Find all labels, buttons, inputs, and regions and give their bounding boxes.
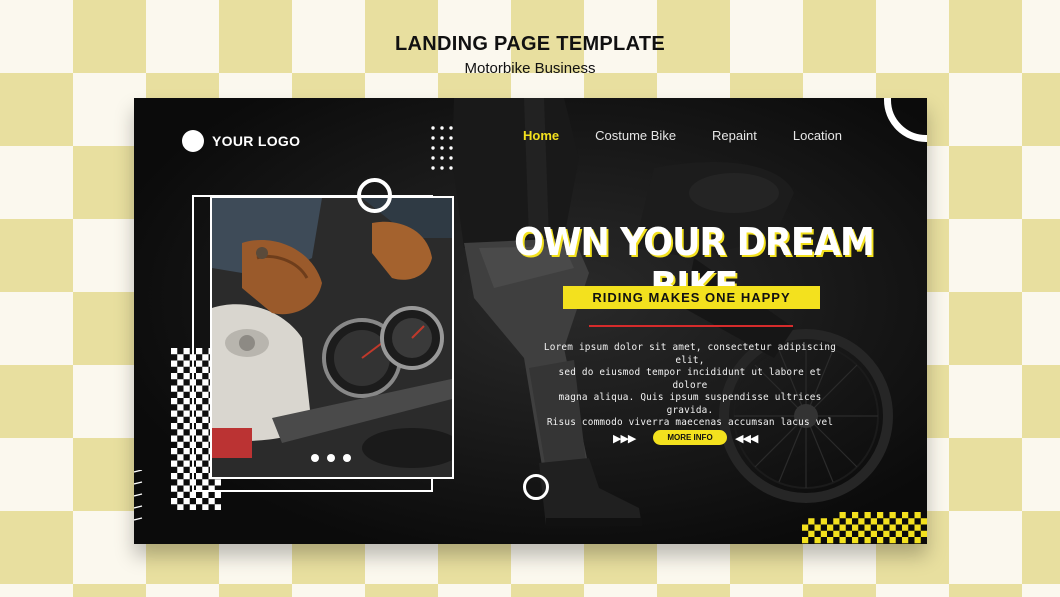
ring-decoration-bottom — [523, 474, 549, 500]
nav-item-costume-bike[interactable]: Costume Bike — [595, 128, 676, 143]
landing-page-mockup: YOUR LOGO Home Costume Bike Repaint Loca… — [134, 98, 927, 544]
ring-decoration-top — [357, 178, 392, 213]
slider-dot-3[interactable] — [343, 454, 351, 462]
logo-text: YOUR LOGO — [212, 133, 301, 149]
slider-dot-2[interactable] — [327, 454, 335, 462]
description-line: Lorem ipsum dolor sit amet, consectetur … — [543, 342, 837, 366]
gloved-hands-gauges-photo — [212, 198, 452, 477]
logo[interactable]: YOUR LOGO — [182, 130, 300, 152]
more-info-button[interactable]: MORE INFO — [653, 430, 727, 445]
side-tick-decoration — [134, 470, 143, 521]
hero-description: Lorem ipsum dolor sit amet, consectetur … — [539, 342, 841, 442]
description-line: Risus commodo viverra maecenas accumsan … — [546, 417, 834, 428]
description-line: sed do eiusmod tempor incididunt ut labo… — [558, 367, 822, 391]
slider-dot-1[interactable] — [311, 454, 319, 462]
checker-pattern-right — [802, 512, 927, 544]
template-subtitle: Motorbike Business — [464, 60, 596, 77]
featured-photo-frame — [210, 196, 454, 479]
logo-circle-icon — [182, 130, 204, 152]
tagline-banner: RIDING MAKES ONE HAPPY — [563, 286, 820, 309]
slider-pagination — [311, 454, 359, 462]
dot-grid-decoration — [431, 126, 453, 170]
arrows-left-icon: ◀◀◀ — [735, 433, 758, 445]
tagline-text: RIDING MAKES ONE HAPPY — [592, 290, 791, 305]
nav-item-location[interactable]: Location — [793, 128, 842, 143]
nav-item-repaint[interactable]: Repaint — [712, 128, 757, 143]
template-header: LANDING PAGE TEMPLATE Motorbike Business — [0, 33, 1060, 77]
arrows-right-icon: ▶▶▶ — [613, 433, 636, 445]
divider-line — [589, 325, 793, 327]
template-title: LANDING PAGE TEMPLATE — [394, 33, 665, 55]
description-line: magna aliqua. Quis ipsum suspendisse ult… — [558, 392, 822, 416]
main-nav: Home Costume Bike Repaint Location — [523, 128, 878, 143]
nav-item-home[interactable]: Home — [523, 128, 559, 143]
